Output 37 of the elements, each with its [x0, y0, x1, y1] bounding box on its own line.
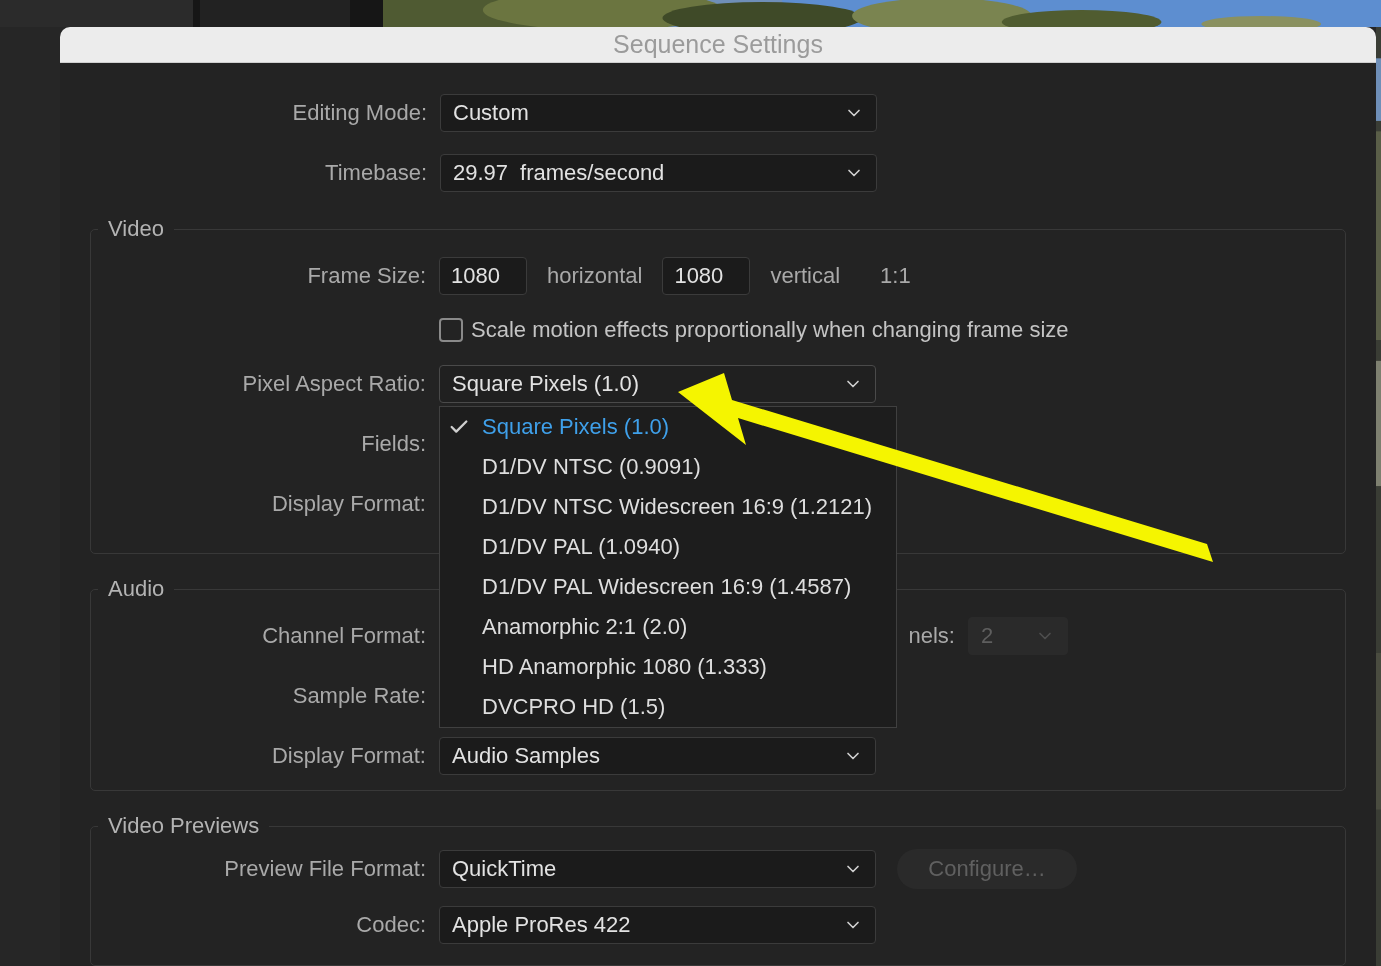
dropdown[interactable]: Square Pixels (1.0) [439, 365, 876, 403]
section-title: Audio [107, 576, 166, 602]
field-label: Display Format: [270, 743, 426, 769]
unit-label: horizontal [547, 263, 643, 289]
menu-item[interactable]: Square Pixels (1.0) [440, 407, 896, 447]
section-title: Video Previews [107, 813, 261, 839]
field-label: Timebase: [324, 160, 427, 186]
field-label: Editing Mode: [291, 100, 427, 126]
section-title: Video [107, 216, 165, 242]
checkbox-label: Scale motion effects proportionally when changing frame size [471, 317, 1069, 343]
field-label: Fields: [360, 431, 426, 457]
field-label: Codec: [355, 912, 426, 938]
dropdown[interactable]: Audio Samples [439, 737, 876, 775]
field-label: Display Format: [270, 491, 426, 517]
checkbox[interactable] [439, 318, 463, 342]
window-title: Sequence Settings [613, 30, 823, 59]
field-label: nels: [907, 623, 955, 649]
aspect-ratio-text: 1:1 [880, 263, 911, 289]
field-label: Channel Format: [261, 623, 426, 649]
field-label: Frame Size: [306, 263, 426, 289]
dropdown[interactable]: Apple ProRes 422 [439, 906, 876, 944]
field-label: Preview File Format: [223, 856, 426, 882]
menu-item[interactable]: D1/DV PAL Widescreen 16:9 (1.4587) [440, 567, 896, 607]
dropdown[interactable]: 29.97 frames/second [440, 154, 877, 192]
height-field[interactable]: 1080 [662, 257, 751, 295]
dropdown[interactable]: QuickTime [439, 850, 876, 888]
field-label: Pixel Aspect Ratio: [241, 371, 426, 397]
menu-item[interactable]: Anamorphic 2:1 (2.0) [440, 607, 896, 647]
field-label: Sample Rate: [291, 683, 426, 709]
width-field[interactable]: 1080 [439, 257, 527, 295]
menu-item[interactable]: D1/DV NTSC Widescreen 16:9 (1.2121) [440, 487, 896, 527]
menu-item[interactable]: D1/DV NTSC (0.9091) [440, 447, 896, 487]
dropdown[interactable]: Custom [440, 94, 877, 132]
menu-item[interactable]: HD Anamorphic 1080 (1.333) [440, 647, 896, 687]
menu-item[interactable]: D1/DV PAL (1.0940) [440, 527, 896, 567]
unit-label: vertical [770, 263, 841, 289]
menu-item[interactable]: DVCPRO HD (1.5) [440, 687, 896, 727]
